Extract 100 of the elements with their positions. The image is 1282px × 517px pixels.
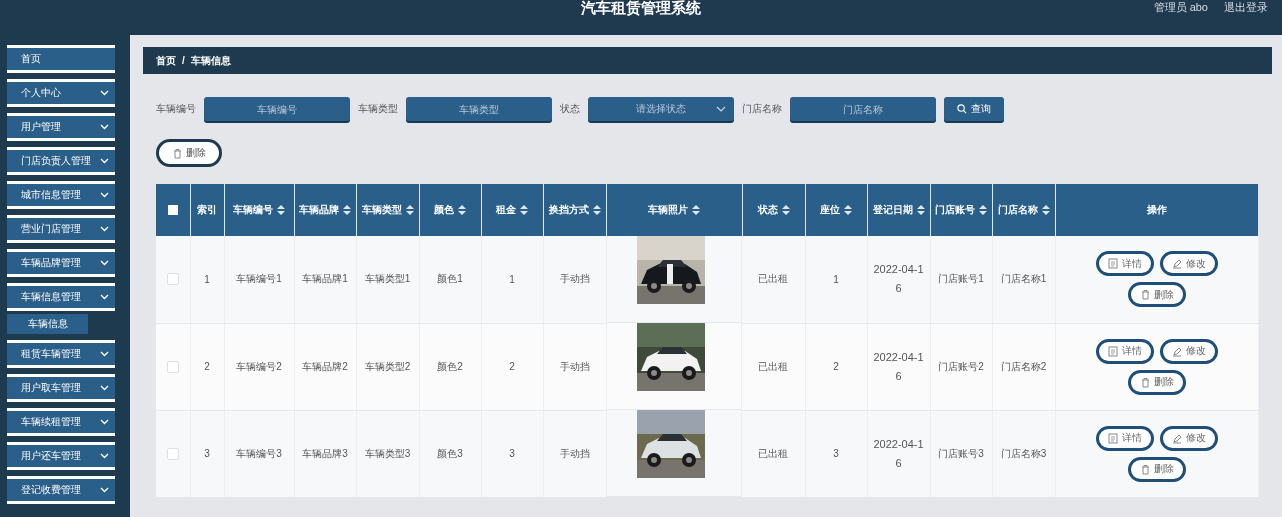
table-cell: 已出租	[758, 360, 789, 372]
sidebar-item[interactable]: 城市信息管理	[7, 181, 115, 209]
delete-button[interactable]: 删除	[1127, 282, 1186, 308]
sidebar-subitem[interactable]: 车辆信息	[7, 314, 88, 334]
search-icon	[957, 104, 967, 114]
delete-button[interactable]: 删除	[156, 139, 222, 167]
table-cell: 2	[833, 361, 839, 372]
chevron-down-icon	[100, 487, 109, 493]
sidebar-item[interactable]: 用户管理	[7, 113, 115, 141]
sort-icon[interactable]	[277, 205, 285, 216]
sidebar-item[interactable]: 车辆信息管理	[7, 283, 115, 311]
search-button[interactable]: 查询	[944, 97, 1004, 121]
pencil-icon	[1171, 258, 1182, 270]
status-dropdown[interactable]: 请选择状态	[588, 97, 734, 121]
sidebar-item[interactable]: 营业门店管理	[7, 215, 115, 243]
trash-icon	[1139, 289, 1150, 301]
table-cell: 车辆编号2	[236, 360, 282, 372]
select-all-checkbox[interactable]	[167, 205, 178, 216]
table-cell: 门店名称1	[1000, 273, 1047, 285]
sidebar-item[interactable]: 车辆续租管理	[7, 408, 115, 436]
sort-icon[interactable]	[343, 205, 351, 216]
sort-icon[interactable]	[405, 205, 414, 216]
breadcrumb-separator: /	[182, 55, 185, 66]
detail-button[interactable]: 详情	[1095, 338, 1154, 364]
sort-icon[interactable]	[979, 205, 987, 216]
table-cell: 3	[204, 448, 210, 459]
sidebar-item[interactable]: 租赁车辆管理	[7, 340, 115, 368]
chevron-down-icon	[100, 385, 109, 391]
table-cell: 1	[204, 273, 210, 285]
sort-icon[interactable]	[458, 205, 466, 216]
table-cell: 车辆类型1	[364, 273, 411, 285]
detail-button[interactable]: 详情	[1095, 251, 1154, 277]
column-header[interactable]: 颜色	[434, 204, 454, 215]
table-cell: 车辆编号3	[236, 447, 282, 459]
table-cell: 1	[833, 273, 839, 285]
column-header: 操作	[1146, 204, 1167, 215]
logout-link[interactable]: 退出登录	[1224, 0, 1268, 15]
column-header[interactable]: 车辆照片	[648, 204, 688, 215]
table-cell: 2	[509, 361, 515, 372]
delete-button[interactable]: 删除	[1127, 456, 1186, 482]
sidebar-item[interactable]: 车辆品牌管理	[7, 249, 115, 277]
table-cell: 3	[833, 448, 839, 459]
column-header[interactable]: 状态	[757, 204, 778, 215]
trash-icon	[1139, 376, 1150, 388]
sidebar-item[interactable]: 用户还车管理	[7, 442, 115, 470]
user-label: 管理员 abo	[1153, 0, 1208, 15]
chevron-down-icon	[716, 106, 726, 112]
pencil-icon	[1171, 432, 1182, 444]
sort-icon[interactable]	[916, 205, 925, 216]
filter-label: 车辆类型	[358, 102, 398, 116]
sort-icon[interactable]	[1041, 205, 1050, 216]
column-header: 索引	[197, 204, 217, 215]
sidebar-item[interactable]: 用户取车管理	[7, 374, 115, 402]
delete-button[interactable]: 删除	[1127, 369, 1186, 395]
column-header[interactable]: 座位	[820, 204, 840, 215]
sort-icon[interactable]	[844, 205, 852, 216]
column-header[interactable]: 车辆品牌	[299, 204, 339, 215]
input-field[interactable]: 门店名称	[790, 97, 936, 121]
app-title: 汽车租赁管理系统	[581, 0, 701, 18]
table-cell: 手动挡	[559, 360, 590, 372]
table-cell: 2	[204, 361, 210, 372]
breadcrumb-link[interactable]: 首页	[156, 53, 176, 68]
trash-icon	[172, 147, 182, 159]
detail-button[interactable]: 详情	[1095, 425, 1154, 451]
table-cell: 已出租	[758, 447, 789, 459]
chevron-down-icon	[100, 90, 109, 96]
sidebar-item[interactable]: 个人中心	[7, 79, 115, 107]
sidebar-item[interactable]: 登记收费管理	[7, 476, 115, 504]
row-checkbox[interactable]	[166, 447, 179, 460]
column-header[interactable]: 车辆类型	[361, 204, 402, 215]
table-cell: 颜色1	[437, 273, 463, 285]
column-header[interactable]: 门店名称	[997, 204, 1038, 215]
column-header[interactable]: 车辆编号	[233, 204, 273, 215]
document-icon	[1107, 345, 1118, 357]
breadcrumb-link[interactable]: 车辆信息	[190, 53, 231, 68]
chevron-down-icon	[100, 419, 109, 425]
input-field[interactable]: 车辆类型	[406, 97, 552, 121]
table-cell: 门店账号2	[938, 360, 984, 372]
sort-icon[interactable]	[692, 205, 700, 216]
edit-button[interactable]: 修改	[1159, 338, 1218, 364]
column-header[interactable]: 租金	[496, 204, 516, 215]
edit-button[interactable]: 修改	[1159, 251, 1218, 277]
sort-icon[interactable]	[592, 205, 601, 216]
sidebar-item[interactable]: 门店负责人管理	[7, 147, 115, 175]
column-header[interactable]: 换挡方式	[548, 204, 589, 215]
table-cell: 车辆类型2	[364, 360, 411, 372]
sort-icon[interactable]	[520, 205, 528, 216]
sort-icon[interactable]	[781, 205, 790, 216]
column-header[interactable]: 门店账号	[935, 204, 975, 215]
document-icon	[1107, 432, 1118, 444]
row-checkbox[interactable]	[166, 360, 179, 373]
column-header[interactable]: 登记日期	[872, 204, 913, 215]
sidebar-item[interactable]: 首页	[7, 45, 115, 73]
edit-button[interactable]: 修改	[1159, 425, 1218, 451]
chevron-down-icon	[100, 226, 109, 232]
input-field[interactable]: 车辆编号	[204, 97, 350, 121]
table-cell: 车辆编号1	[236, 273, 282, 285]
row-checkbox[interactable]	[166, 273, 179, 286]
table-cell: 车辆类型3	[364, 447, 411, 459]
table-cell: 门店名称2	[1000, 360, 1047, 372]
